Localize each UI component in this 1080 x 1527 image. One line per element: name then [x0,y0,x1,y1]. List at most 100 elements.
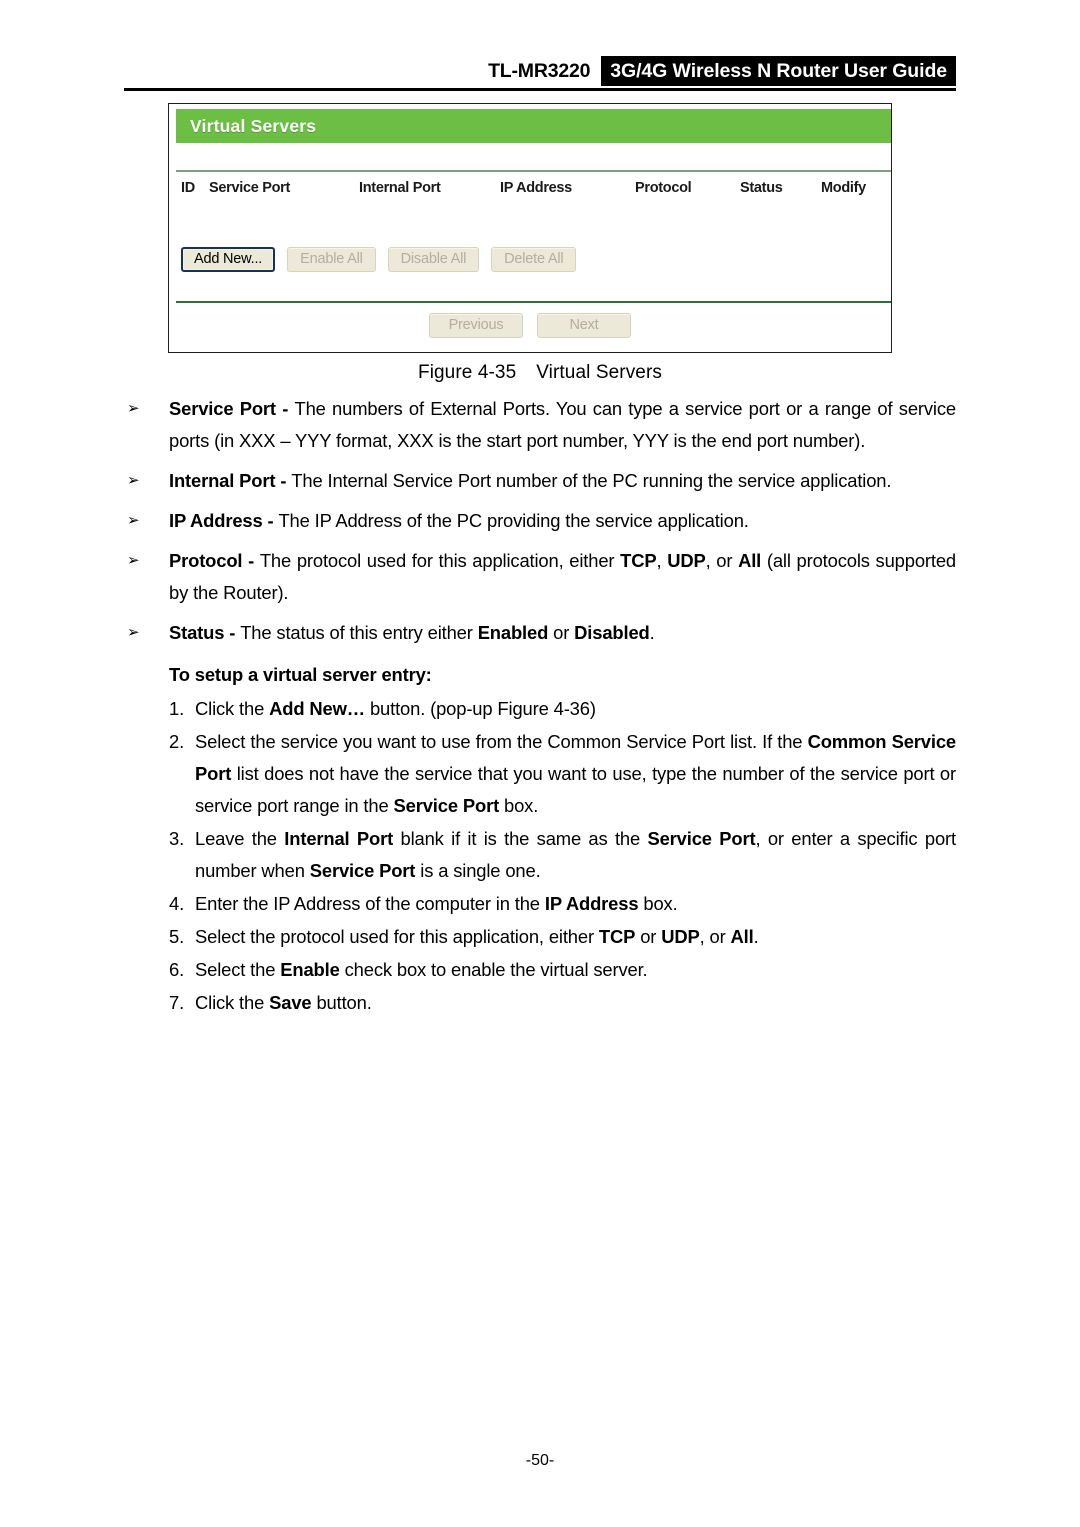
panel-body-spacer [176,143,891,170]
column-header-status: Status [740,180,783,196]
next-page-button[interactable]: Next [537,313,631,338]
figure-title: Virtual Servers [536,362,663,383]
product-model-label: TL-MR3220 [488,59,591,82]
bullet-term-ip-address: IP Address [169,510,263,531]
bullet-text-internal-port: The Internal Service Port number of the … [291,470,892,491]
step-number: 5. [169,926,185,947]
bullet-text-ip-address: The IP Address of the PC providing the s… [278,510,749,531]
step-text-b: or [635,926,662,947]
previous-page-button[interactable]: Previous [429,313,523,338]
bullet-protocol: ➢ Protocol - The protocol used for this … [124,545,956,609]
table-top-divider [176,170,891,172]
step-text-b: list does not have the service that you … [195,763,956,816]
page-content: ➢ Service Port - The numbers of External… [124,393,956,1020]
emphasis-add-new: Add New… [269,698,366,719]
pagination-controls: Previous Next [169,313,891,338]
column-header-protocol: Protocol [635,180,692,196]
arrow-bullet-icon: ➢ [127,552,140,569]
emphasis-tcp: TCP [598,926,636,947]
step-text-a: Select the protocol used for this applic… [195,926,599,947]
step-text-b: button. (pop-up Figure 4-36) [365,698,596,719]
emphasis-internal-port: Internal Port [284,828,394,849]
emphasis-udp: UDP [661,926,700,947]
step-number: 6. [169,959,185,980]
bullet-text-status-b: or [548,622,575,643]
column-header-service-port: Service Port [209,180,291,196]
virtual-servers-screenshot: Virtual Servers ID Service Port Internal… [168,103,892,353]
bullet-term-internal-port: Internal Port [169,470,276,491]
emphasis-enabled: Enabled [477,622,549,643]
bullet-dash: - [224,622,241,643]
step-text-a: Leave the [195,828,285,849]
arrow-bullet-icon: ➢ [127,512,140,529]
step-text-b: button. [311,992,372,1013]
step-4: 4. Enter the IP Address of the computer i… [124,888,956,920]
step-number: 1. [169,698,185,719]
step-text-c: box. [499,795,539,816]
emphasis-udp: UDP [667,550,706,571]
bullet-text-protocol-c: , or [705,550,739,571]
add-new-button[interactable]: Add New... [181,247,276,272]
column-header-id: ID [181,180,195,196]
header-title-row: TL-MR3220 3G/4G Wireless N Router User G… [488,56,956,86]
figure-caption: Figure 4-35 Virtual Servers [0,362,1080,384]
bullet-text-protocol-b: , [656,550,668,571]
bullet-ip-address: ➢ IP Address - The IP Address of the PC … [124,505,956,537]
column-header-ip-address: IP Address [500,180,572,196]
bullet-internal-port: ➢ Internal Port - The Internal Service P… [124,465,956,497]
step-text-a: Click the [195,992,270,1013]
column-header-modify: Modify [821,180,866,196]
arrow-bullet-icon: ➢ [127,472,140,489]
emphasis-save: Save [269,992,312,1013]
bullet-text-protocol-a: The protocol used for this application, … [259,550,621,571]
step-text-a: Select the service you want to use from … [195,731,808,752]
bullet-text-status-a: The status of this entry either [240,622,478,643]
step-5: 5. Select the protocol used for this appl… [124,921,956,953]
emphasis-service-port: Service Port [647,828,756,849]
emphasis-ip-address: IP Address [544,893,639,914]
step-text-b: blank if it is the same as the [393,828,648,849]
bullet-status: ➢ Status - The status of this entry eith… [124,617,956,649]
step-text-a: Select the [195,959,281,980]
column-header-internal-port: Internal Port [359,180,441,196]
emphasis-all: All [730,926,754,947]
step-text-c: , or [699,926,731,947]
step-number: 4. [169,893,185,914]
step-number: 7. [169,992,185,1013]
bullet-text-status-c: . [649,622,655,643]
emphasis-disabled: Disabled [574,622,650,643]
step-text-a: Click the [195,698,270,719]
table-action-buttons: Add New... Enable All Disable All Delete… [181,247,577,272]
emphasis-all: All [738,550,762,571]
bullet-service-port: ➢ Service Port - The numbers of External… [124,393,956,457]
step-number: 2. [169,731,185,752]
panel-titlebar: Virtual Servers [176,109,891,143]
delete-all-button[interactable]: Delete All [491,247,577,272]
disable-all-button[interactable]: Disable All [387,247,480,272]
emphasis-enable: Enable [280,959,340,980]
page-footer: -50- [0,1452,1080,1470]
panel-title: Virtual Servers [190,115,317,136]
bullet-term-status: Status [169,622,225,643]
virtual-servers-table-header: ID Service Port Internal Port IP Address… [176,180,891,208]
step-text-a: Enter the IP Address of the computer in … [195,893,545,914]
enable-all-button[interactable]: Enable All [287,247,376,272]
step-1: 1. Click the Add New… button. (pop-up Fig… [124,693,956,725]
arrow-bullet-icon: ➢ [127,400,140,417]
arrow-bullet-icon: ➢ [127,624,140,641]
step-text-b: box. [638,893,678,914]
procedure-steps: 1. Click the Add New… button. (pop-up Fig… [124,693,956,1019]
step-3: 3. Leave the Internal Port blank if it is… [124,823,956,887]
emphasis-service-port: Service Port [393,795,500,816]
page-header: TL-MR3220 3G/4G Wireless N Router User G… [0,0,1080,96]
bullet-dash: - [275,398,295,419]
step-text-b: check box to enable the virtual server. [339,959,648,980]
bullet-term-service-port: Service Port [169,398,276,419]
page-number: -50- [525,1452,555,1469]
step-7: 7. Click the Save button. [124,987,956,1019]
emphasis-service-port-2: Service Port [309,860,416,881]
procedure-heading: To setup a virtual server entry: [169,664,432,685]
emphasis-tcp: TCP [620,550,657,571]
bullet-term-protocol: Protocol [169,550,243,571]
pager-divider [176,301,891,303]
